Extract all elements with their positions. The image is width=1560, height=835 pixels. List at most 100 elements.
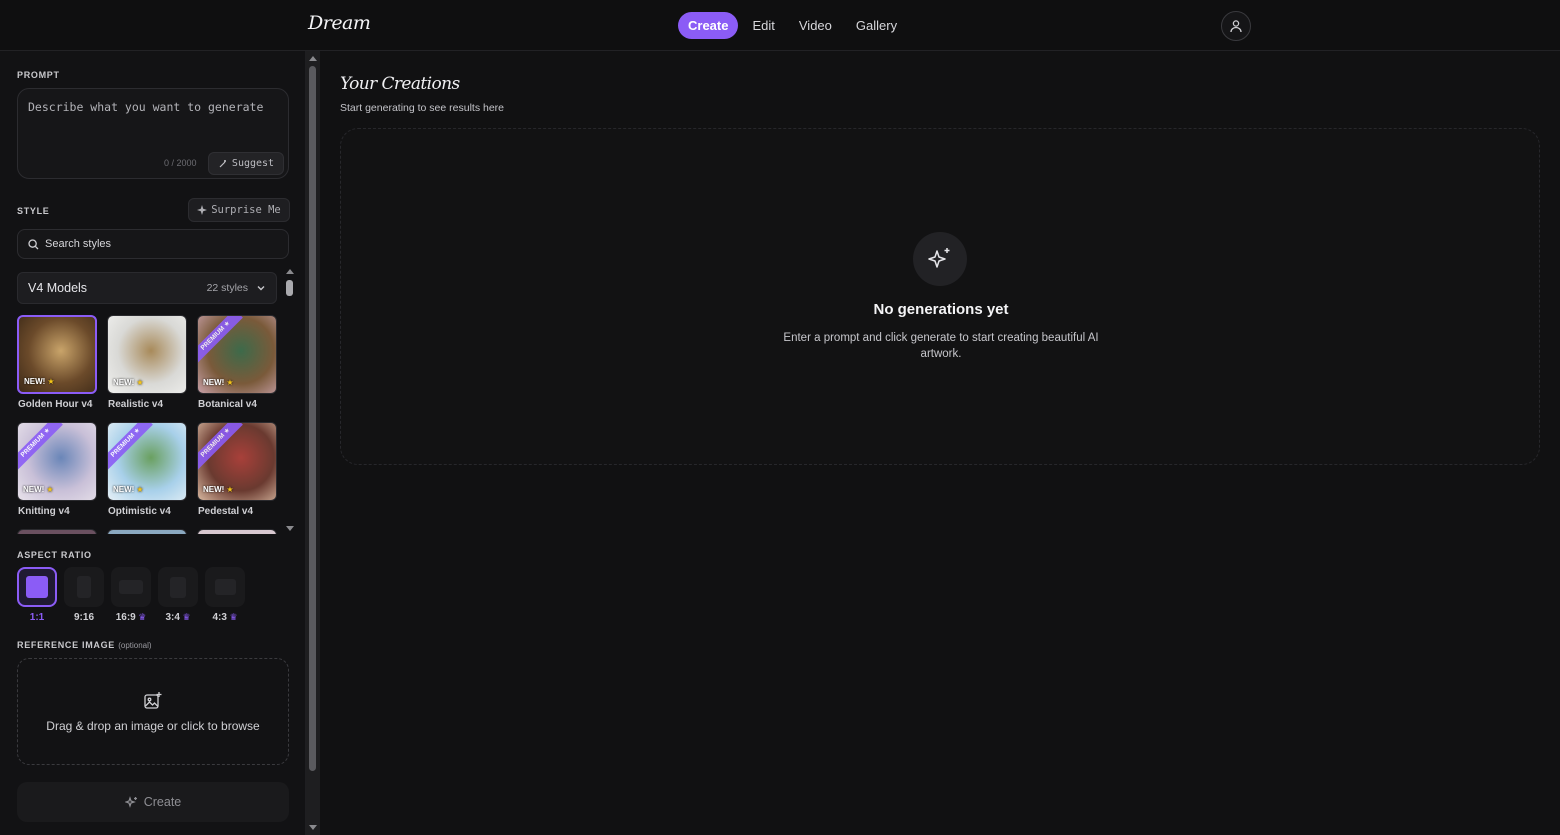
aspect-ratio-label: ASPECT RATIO	[17, 550, 92, 560]
style-card-label: Botanical v4	[198, 399, 257, 410]
surprise-me-label: Surprise Me	[211, 204, 281, 216]
premium-ribbon: PREMIUM ★	[108, 423, 153, 470]
sidebar-scroll-up-arrow[interactable]	[309, 56, 317, 61]
reference-image-title: REFERENCE IMAGE	[17, 640, 116, 650]
star-icon: ★	[136, 378, 144, 387]
style-thumbnail: PREMIUM ★ NEW! ★	[197, 422, 277, 501]
empty-state-icon-wrap	[913, 232, 967, 286]
creations-empty-state: No generations yet Enter a prompt and cl…	[340, 128, 1540, 465]
empty-state-description: Enter a prompt and click generate to sta…	[783, 332, 1099, 360]
sidebar-scrollbar[interactable]	[306, 51, 320, 835]
style-card-label: Pedestal v4	[198, 506, 254, 517]
styles-scroll-thumb[interactable]	[286, 280, 293, 296]
aspect-ratio-shape	[119, 580, 143, 594]
aspect-ratio-shape	[170, 576, 186, 598]
new-badge: NEW! ★	[24, 377, 55, 386]
style-label: STYLE	[17, 206, 50, 216]
scroll-up-arrow[interactable]	[286, 269, 294, 274]
styles-panel: V4 Models 22 styles NEW! ★ Golden Hour v4 N…	[17, 272, 277, 534]
aspect-ratio-box[interactable]	[64, 567, 104, 607]
style-card-label: Knitting v4	[18, 506, 70, 517]
new-badge-text: NEW!	[23, 485, 45, 494]
new-badge-text: NEW!	[113, 378, 135, 387]
sparkles-icon	[124, 795, 137, 808]
main-nav: Create Edit Video Gallery	[678, 12, 907, 39]
surprise-me-button[interactable]: Surprise Me	[188, 198, 290, 222]
chevron-down-icon	[257, 286, 265, 291]
aspect-ratio-box[interactable]	[158, 567, 198, 607]
empty-state-title: No generations yet	[873, 301, 1009, 318]
scroll-down-arrow[interactable]	[286, 526, 294, 531]
nav-gallery[interactable]: Gallery	[846, 12, 907, 39]
premium-ribbon: PREMIUM ★	[198, 316, 243, 363]
sidebar: PROMPT Describe what you want to generat…	[0, 51, 306, 835]
new-badge: NEW! ★	[113, 485, 144, 494]
model-name: V4 Models	[28, 281, 88, 295]
new-badge-text: NEW!	[24, 377, 46, 386]
suggest-label: Suggest	[231, 158, 275, 169]
star-icon: ★	[226, 378, 234, 387]
nav-create[interactable]: Create	[678, 12, 739, 39]
aspect-ratio-label: 9:16	[64, 612, 104, 623]
crown-icon: ♛	[179, 612, 191, 622]
style-thumbnail: PREMIUM ★ NEW! ★	[197, 315, 277, 394]
crown-icon: ♛	[226, 612, 238, 622]
new-badge: NEW! ★	[113, 378, 144, 387]
star-icon: ★	[47, 377, 55, 386]
sparkles-icon	[928, 248, 950, 268]
style-thumbnail: NEW! ★	[17, 315, 97, 394]
logo[interactable]: Dream	[308, 12, 371, 34]
char-count: 0 / 2000	[164, 158, 197, 168]
prompt-label: PROMPT	[17, 70, 60, 80]
style-thumbnail: PREMIUM ★ NEW! ★	[17, 422, 97, 501]
aspect-ratio-text: 9:16	[73, 612, 94, 623]
sidebar-scroll-down-arrow[interactable]	[309, 825, 317, 830]
sparkle-icon	[197, 205, 208, 215]
create-button[interactable]: Create	[17, 782, 289, 822]
sidebar-scroll-thumb[interactable]	[309, 66, 316, 771]
user-icon	[1230, 20, 1242, 33]
prompt-textarea[interactable]: Describe what you want to generate 0 / 2…	[17, 88, 289, 179]
crown-icon: ♛	[135, 612, 147, 622]
aspect-ratio-text: 1:1	[29, 612, 45, 623]
aspect-ratio-box[interactable]	[205, 567, 245, 607]
style-search-input[interactable]: Search styles	[17, 229, 289, 259]
reference-image-dropzone[interactable]: Drag & drop an image or click to browse	[17, 658, 289, 765]
user-avatar-button[interactable]	[1221, 11, 1251, 41]
nav-edit[interactable]: Edit	[742, 12, 784, 39]
reference-optional: (optional)	[118, 641, 152, 650]
star-icon: ★	[226, 485, 234, 494]
suggest-button[interactable]: Suggest	[208, 152, 284, 175]
star-icon: ★	[46, 485, 54, 494]
aspect-ratio-text: 4:3	[212, 612, 227, 623]
reference-image-label: REFERENCE IMAGE (optional)	[17, 640, 152, 650]
search-placeholder: Search styles	[45, 238, 112, 250]
aspect-ratio-label: 16:9 ♛	[111, 612, 151, 623]
new-badge-text: NEW!	[203, 485, 225, 494]
aspect-ratio-shape	[26, 576, 48, 598]
premium-ribbon: PREMIUM ★	[18, 423, 63, 470]
nav-video[interactable]: Video	[789, 12, 842, 39]
wand-icon	[219, 159, 226, 167]
aspect-ratio-text: 3:4	[165, 612, 180, 623]
search-icon	[28, 238, 39, 249]
new-badge: NEW! ★	[203, 485, 234, 494]
aspect-ratio-box[interactable]	[111, 567, 151, 607]
style-thumbnail: PREMIUM ★ NEW! ★	[107, 422, 187, 501]
premium-ribbon: PREMIUM ★	[198, 423, 243, 470]
new-badge: NEW! ★	[203, 378, 234, 387]
new-badge-text: NEW!	[203, 378, 225, 387]
style-thumbnail	[107, 529, 187, 534]
aspect-ratio-box[interactable]	[17, 567, 57, 607]
model-select-dropdown[interactable]: V4 Models 22 styles	[17, 272, 277, 304]
style-thumbnail	[17, 529, 97, 534]
aspect-ratio-label: 1:1	[17, 612, 57, 623]
create-label: Create	[143, 795, 182, 809]
aspect-ratio-label: 4:3 ♛	[205, 612, 245, 623]
image-add-icon	[144, 691, 162, 709]
dropzone-text: Drag & drop an image or click to browse	[46, 718, 260, 733]
style-card-label: Realistic v4	[108, 399, 164, 410]
page-title: Your Creations	[340, 74, 460, 94]
styles-scrollbar[interactable]	[284, 266, 296, 534]
style-thumbnail: NEW! ★	[107, 315, 187, 394]
